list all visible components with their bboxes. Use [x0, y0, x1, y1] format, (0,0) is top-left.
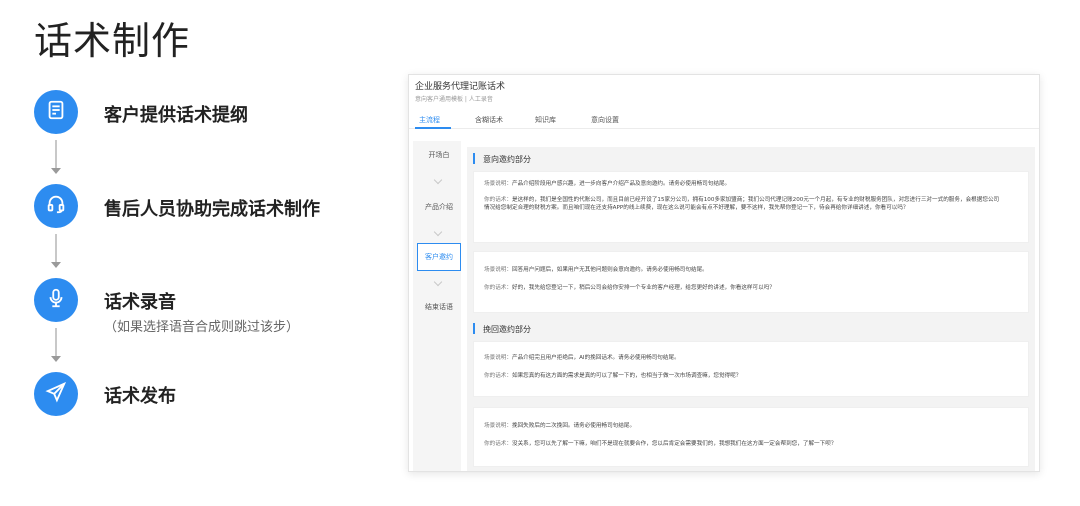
tab-bar: 主流程 含糊话术 知识库 意向设置: [409, 111, 1039, 129]
headset-icon: [45, 193, 67, 219]
step-3-note: （如果选择语音合成则跳过该步）: [104, 320, 300, 335]
tab-main-flow[interactable]: 主流程: [419, 115, 440, 125]
side-item-opening[interactable]: 开场白: [417, 141, 461, 169]
side-item-closing[interactable]: 结束话语: [417, 293, 461, 321]
scene-row: 场景说明：回答用户问题后，如果用户无其他问题则会意向邀约。请务必使用畅司句结尾。: [484, 266, 708, 274]
script-card[interactable]: 场景说明：产品介绍完且用户拒绝后，AI的挽回话术。请务必使用畅司句结尾。 你的话…: [473, 341, 1029, 397]
reply-row: 你的话术：是这样的，我们是全国性的代账公司，而且目前已经开设了15家分公司，拥有…: [484, 196, 1004, 212]
step-1-circle: [34, 90, 78, 134]
step-3-circle: [34, 278, 78, 322]
step-1-label: 客户提供话术提纲: [104, 105, 248, 126]
scene-label: 场景说明：: [484, 355, 512, 361]
send-icon: [45, 381, 67, 407]
down-arrow-icon: [51, 356, 61, 362]
script-content: 意向邀约部分 场景说明：产品介绍阶段用户感兴趣，进一步向客户介绍产品及意向邀约。…: [467, 141, 1035, 471]
step-3-label: 话术录音: [104, 292, 176, 313]
chevron-down-icon: [433, 175, 443, 185]
microphone-icon: [45, 287, 67, 313]
tab-knowledge-base[interactable]: 知识库: [535, 115, 556, 125]
reply-label: 你的话术：: [484, 197, 512, 203]
script-editor-window: 企业服务代理记账话术 意向客户通用模板 | 人工录音 主流程 含糊话术 知识库 …: [408, 74, 1040, 472]
section-marker: [473, 153, 475, 164]
reply-text: 如果您真的有这方面的需求是真的可以了解一下的，也相当于做一次市场调查嘛，您觉得呢…: [511, 373, 742, 379]
reply-text: 没关系，您可以先了解一下嘛，咱们不是现在就要合作，您以后肯定会需要我们的，我想我…: [511, 441, 837, 447]
reply-label: 你的话术：: [484, 373, 512, 379]
step-2-label: 售后人员协助完成话术制作: [104, 199, 320, 220]
scene-text: 产品介绍完且用户拒绝后，AI的挽回话术。请务必使用畅司句结尾。: [511, 355, 680, 361]
down-arrow-icon: [51, 168, 61, 174]
connector-line: [55, 328, 57, 356]
scene-row: 场景说明：产品介绍阶段用户感兴趣，进一步向客户介绍产品及意向邀约。请务必使用畅司…: [484, 180, 730, 188]
scene-text: 产品介绍阶段用户感兴趣，进一步向客户介绍产品及意向邀约。请务必使用畅司句结尾。: [511, 181, 731, 187]
tab-vague-script[interactable]: 含糊话术: [475, 115, 503, 125]
section-header: 挽回邀约部分: [467, 317, 1035, 341]
connector-line: [55, 140, 57, 168]
section-header: 意向邀约部分: [467, 147, 1035, 171]
chevron-down-icon: [433, 277, 443, 287]
side-item-customer-invite[interactable]: 客户邀约: [417, 243, 461, 271]
scene-row: 场景说明：产品介绍完且用户拒绝后，AI的挽回话术。请务必使用畅司句结尾。: [484, 354, 680, 362]
section-marker: [473, 323, 475, 334]
page-title: 话术制作: [34, 19, 191, 63]
side-item-product-intro[interactable]: 产品介绍: [417, 193, 461, 221]
active-tab-indicator: [415, 127, 451, 129]
reply-row: 你的话术：没关系，您可以先了解一下嘛，咱们不是现在就要合作，您以后肯定会需要我们…: [484, 440, 836, 448]
step-4-circle: [34, 372, 78, 416]
step-2-circle: [34, 184, 78, 228]
app-title: 企业服务代理记账话术: [415, 82, 506, 92]
scene-label: 场景说明：: [484, 181, 512, 187]
section-title: 挽回邀约部分: [483, 325, 531, 334]
reply-label: 你的话术：: [484, 441, 512, 447]
chevron-down-icon: [433, 227, 443, 237]
scene-text: 回答用户问题后，如果用户无其他问题则会意向邀约。请务必使用畅司句结尾。: [511, 267, 708, 273]
reply-row: 你的话术：如果您真的有这方面的需求是真的可以了解一下的，也相当于做一次市场调查嘛…: [484, 372, 741, 380]
reply-text: 是这样的，我们是全国性的代账公司，而且目前已经开设了15家分公司，拥有100多家…: [484, 197, 1000, 211]
script-card[interactable]: 场景说明：挽回失败后的二次挽回。请务必使用畅司句结尾。 你的话术：没关系，您可以…: [473, 407, 1029, 467]
flow-sidebar: 开场白 产品介绍 客户邀约 结束话语: [413, 141, 461, 471]
connector-line: [55, 234, 57, 262]
document-icon: [45, 99, 67, 125]
script-card[interactable]: 场景说明：回答用户问题后，如果用户无其他问题则会意向邀约。请务必使用畅司句结尾。…: [473, 251, 1029, 313]
reply-row: 你的话术：好的，我先给您登记一下，稍后公司会给你安排一个专业的客户经理，给您更好…: [484, 284, 775, 292]
reply-text: 好的，我先给您登记一下，稍后公司会给你安排一个专业的客户经理，给您更好的讲述，你…: [511, 285, 775, 291]
scene-label: 场景说明：: [484, 267, 512, 273]
reply-label: 你的话术：: [484, 285, 512, 291]
script-card[interactable]: 场景说明：产品介绍阶段用户感兴趣，进一步向客户介绍产品及意向邀约。请务必使用畅司…: [473, 171, 1029, 243]
tab-intent-settings[interactable]: 意向设置: [591, 115, 619, 125]
down-arrow-icon: [51, 262, 61, 268]
scene-row: 场景说明：挽回失败后的二次挽回。请务必使用畅司句结尾。: [484, 422, 635, 430]
step-flow: 客户提供话术提纲 售后人员协助完成话术制作 话术录音 （如果选择语音合成则跳过该…: [34, 90, 374, 430]
scene-text: 挽回失败后的二次挽回。请务必使用畅司句结尾。: [511, 423, 636, 429]
scene-label: 场景说明：: [484, 423, 512, 429]
app-subtitle: 意向客户通用模板 | 人工录音: [415, 96, 493, 103]
section-title: 意向邀约部分: [483, 155, 531, 164]
step-4-label: 话术发布: [104, 386, 176, 407]
